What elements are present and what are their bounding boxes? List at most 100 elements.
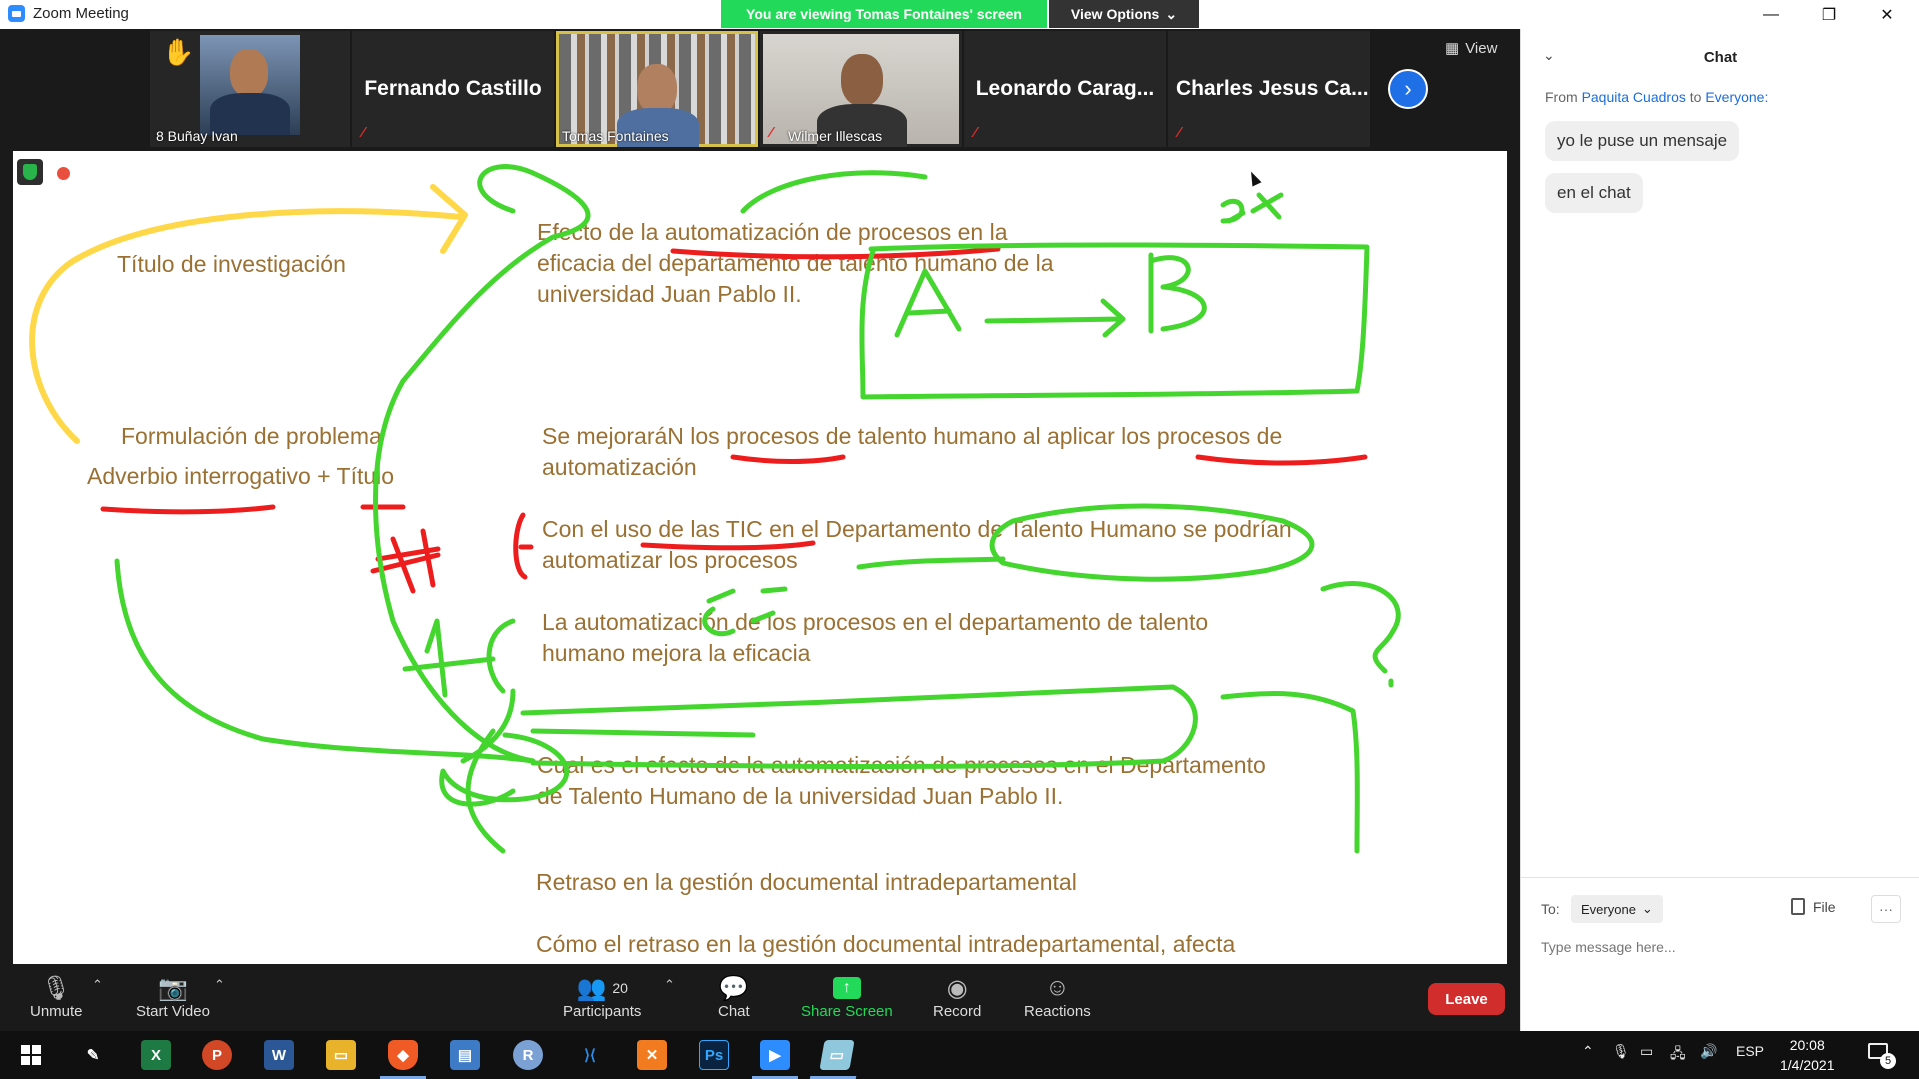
participant-name: 8 Buñay Ivan — [156, 128, 238, 144]
pen-icon[interactable]: ✎ — [78, 1040, 108, 1070]
slide-text-line: automatizar los procesos — [542, 547, 798, 573]
close-icon[interactable]: ✕ — [1858, 0, 1916, 29]
excel-icon[interactable]: X — [141, 1040, 171, 1070]
participants-icon: 👥 20 — [576, 974, 628, 1002]
slide-text-line: Efecto de la automatización de procesos … — [537, 219, 1008, 245]
view-label: View — [1465, 39, 1498, 57]
restore-icon[interactable]: ❐ — [1800, 0, 1858, 29]
participant-tile[interactable]: Leonardo Carag... ⁄ — [964, 31, 1166, 147]
photoshop-icon[interactable]: Ps — [699, 1040, 729, 1070]
start-video-label: Start Video — [136, 1003, 210, 1020]
participants-count: 20 — [612, 980, 628, 996]
participants-button[interactable]: 👥 20 Participants — [563, 973, 641, 1021]
file-icon — [1791, 898, 1805, 915]
shared-screen-area: Título de investigación Efecto de la aut… — [0, 149, 1520, 965]
participant-tile[interactable]: ✋ 8 Buñay Ivan — [150, 31, 350, 147]
zoom-icon[interactable]: ▶ — [752, 1040, 798, 1079]
muted-mic-icon: ⁄ — [362, 124, 365, 141]
recipient-value: Everyone — [1581, 901, 1636, 917]
meeting-controls-toolbar: 🎙 Unmute ⌃ 📷 Start Video ⌃ 👥 20 Participa… — [0, 965, 1520, 1031]
clock-time: 20:08 — [1789, 1037, 1825, 1053]
speaker-icon[interactable]: 🔊 — [1700, 1043, 1717, 1060]
video-options-caret-icon[interactable]: ⌃ — [214, 977, 225, 993]
window-title: Zoom Meeting — [33, 5, 129, 22]
chat-message-input[interactable] — [1541, 932, 1901, 962]
slide-text-line: Se mejoraráN los procesos de talento hum… — [542, 423, 1283, 449]
r-icon[interactable]: R — [513, 1040, 543, 1070]
participants-options-caret-icon[interactable]: ⌃ — [664, 977, 675, 993]
notes-icon[interactable]: ▭ — [819, 1040, 855, 1070]
slide-text-line: La automatización de los procesos en el … — [542, 609, 1209, 635]
minimize-icon[interactable]: — — [1742, 0, 1800, 29]
mouse-cursor-icon — [1246, 169, 1262, 187]
recording-indicator-icon — [57, 167, 70, 180]
shared-slide: Título de investigación Efecto de la aut… — [13, 151, 1507, 964]
muted-mic-icon: ⁄ — [770, 124, 773, 141]
file-explorer-icon[interactable]: ▭ — [326, 1040, 356, 1070]
vscode-icon[interactable]: ⟩⟨ — [575, 1040, 605, 1070]
windows-taskbar: ✎ X P W ▭ ◆ ▤ R ⟩⟨ ✕ Ps ▶ ▭ ⌃ 🎙 ▭ 🖧 🔊 ES… — [0, 1031, 1919, 1079]
slide-text-line: Con el uso de las TIC en el Departamento… — [542, 516, 1292, 542]
chat-label: Chat — [718, 1003, 750, 1020]
start-icon[interactable] — [16, 1040, 46, 1070]
battery-icon[interactable]: ▭ — [1640, 1043, 1653, 1060]
leave-button[interactable]: Leave — [1428, 983, 1505, 1015]
slide-heading-titulo: Título de investigación — [117, 251, 346, 277]
sender-name-link[interactable]: Paquita Cuadros — [1582, 89, 1686, 105]
clock-date: 1/4/2021 — [1780, 1057, 1835, 1073]
chevron-down-icon: ⌄ — [1165, 5, 1178, 22]
slide-text-line: automatización — [542, 454, 697, 480]
more-options-button[interactable]: ··· — [1871, 895, 1901, 923]
participant-tile[interactable]: ⁄ Wilmer Illescas — [760, 31, 962, 147]
participant-tile-active-speaker[interactable]: Tomas Fontaines — [556, 31, 758, 147]
network-icon[interactable]: 🖧 — [1670, 1043, 1686, 1067]
record-icon: ◉ — [946, 974, 968, 1002]
slide-text-line: Adverbio interrogativo + Título — [87, 463, 395, 489]
powerpoint-icon[interactable]: P — [202, 1040, 232, 1070]
file-label: File — [1813, 898, 1836, 915]
chat-title: Chat — [1703, 48, 1738, 66]
chat-message: en el chat — [1545, 173, 1643, 213]
brave-icon[interactable]: ◆ — [380, 1040, 426, 1079]
news-icon[interactable]: ▤ — [450, 1040, 480, 1070]
chevron-up-icon[interactable]: ⌃ — [1582, 1043, 1594, 1060]
recipient-dropdown[interactable]: Everyone ⌄ — [1571, 895, 1663, 923]
smiley-plus-icon: ☺ — [1045, 974, 1070, 1001]
unmute-label: Unmute — [30, 1003, 83, 1020]
slide-text-line: Retraso en la gestión documental intrade… — [536, 869, 1077, 895]
participant-name: Leonardo Carag... — [975, 77, 1155, 100]
yellow-arrow-annotation — [29, 184, 468, 444]
view-options-button[interactable]: View Options ⌄ — [1049, 0, 1199, 28]
chat-message: yo le puse un mensaje — [1545, 121, 1740, 161]
system-clock[interactable]: 20:08 1/4/2021 — [1780, 1035, 1835, 1075]
participant-tile[interactable]: Charles Jesus Ca... ⁄ — [1168, 31, 1370, 147]
notification-count: 5 — [1880, 1053, 1896, 1069]
file-button[interactable]: File — [1791, 898, 1836, 915]
recipient-name-link[interactable]: Everyone: — [1705, 89, 1768, 105]
xampp-icon[interactable]: ✕ — [637, 1040, 667, 1070]
word-icon[interactable]: W — [264, 1040, 294, 1070]
reactions-label: Reactions — [1024, 1003, 1091, 1020]
gallery-view-button[interactable]: ▦ View — [1445, 39, 1498, 58]
notifications-icon[interactable]: 5 — [1868, 1043, 1896, 1069]
unmute-button[interactable]: 🎙 Unmute — [30, 973, 83, 1021]
chat-button[interactable]: 💬 Chat — [718, 973, 750, 1021]
muted-mic-icon: ⁄ — [974, 124, 977, 141]
chat-sender-line: From Paquita Cuadros to Everyone: — [1545, 89, 1768, 105]
share-screen-button[interactable]: ↑ Share Screen — [801, 973, 893, 1020]
to-label: To: — [1541, 901, 1560, 917]
participant-tile[interactable]: Fernando Castillo ⁄ — [352, 31, 554, 147]
audio-options-caret-icon[interactable]: ⌃ — [92, 977, 103, 993]
microphone-icon[interactable]: 🎙 — [1612, 1043, 1630, 1060]
video-gallery-strip: ✋ 8 Buñay Ivan Fernando Castillo ⁄ Tomas… — [0, 29, 1520, 149]
start-video-button[interactable]: 📷 Start Video — [136, 973, 210, 1021]
next-page-button[interactable]: › — [1388, 69, 1428, 109]
from-prefix: From — [1545, 89, 1578, 105]
window-title-group: Zoom Meeting — [8, 5, 129, 22]
shield-icon[interactable] — [17, 159, 43, 185]
to-word: to — [1689, 89, 1702, 105]
language-indicator[interactable]: ESP — [1736, 1043, 1764, 1059]
record-button[interactable]: ◉ Record — [933, 973, 981, 1021]
reactions-button[interactable]: ☺ Reactions — [1024, 973, 1091, 1020]
slide-heading-formulacion: Formulación de problema — [121, 423, 382, 449]
